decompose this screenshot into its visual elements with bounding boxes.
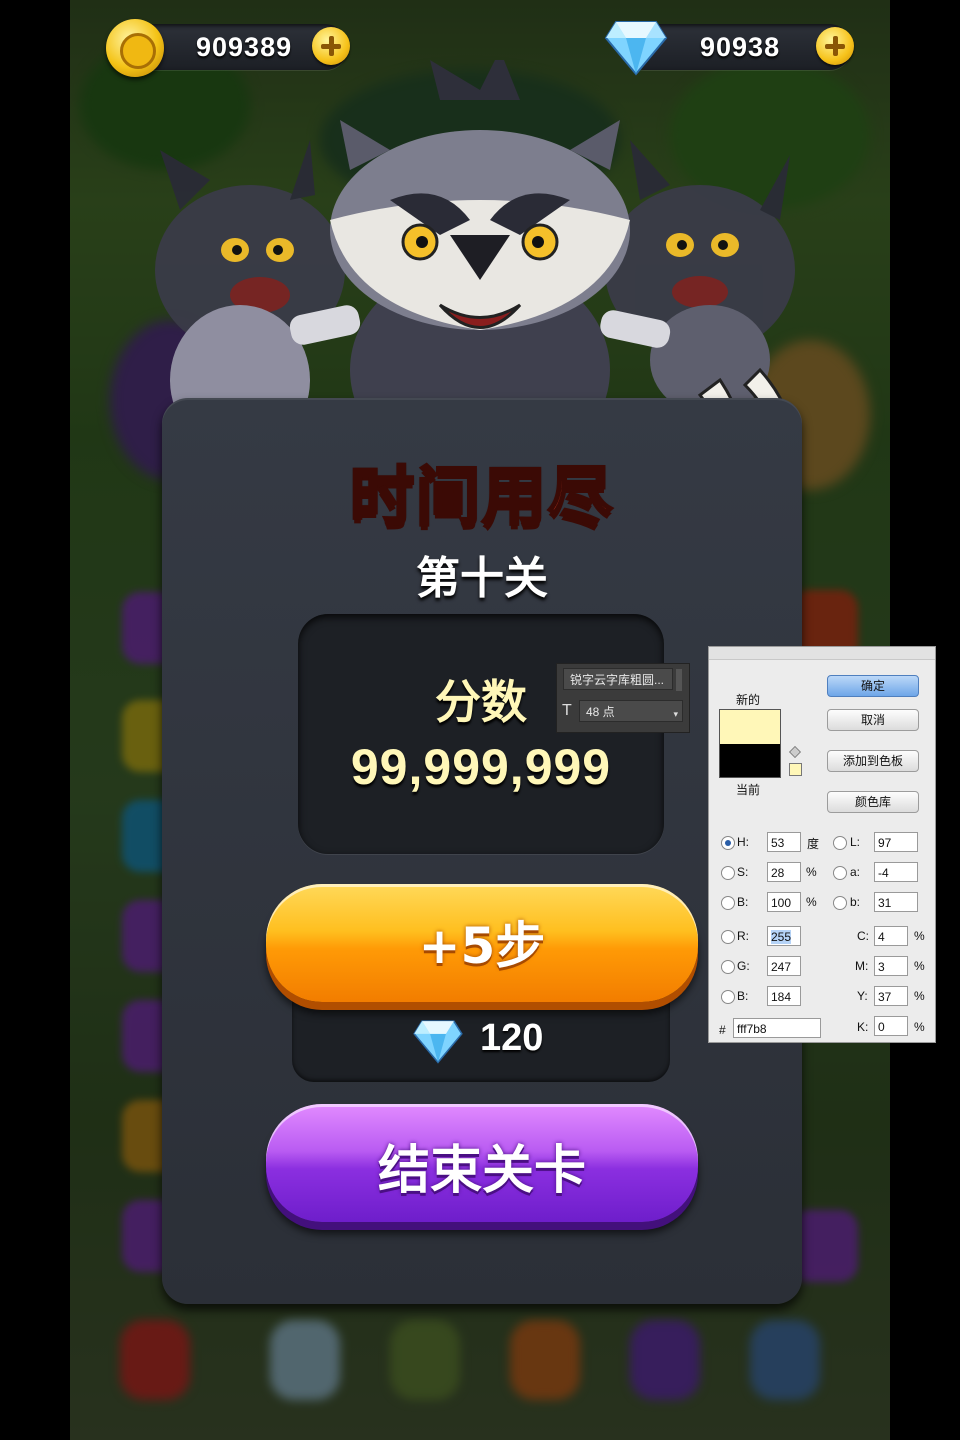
percent-unit: % [914,989,925,1003]
diamond-icon [413,1020,463,1064]
a-radio[interactable] [833,866,847,880]
g-radio[interactable] [721,960,735,974]
r-label: R: [737,929,749,943]
rgb-b-label: B: [737,989,749,1003]
coin-value: 909389 [196,32,293,62]
h-label: H: [737,835,749,849]
r-value: 255 [771,930,792,944]
score-box [298,614,664,854]
y-field[interactable]: 37 [874,986,908,1006]
add-to-swatches-button[interactable]: 添加到色板 [827,750,919,772]
hex-field[interactable]: fff7b8 [733,1018,821,1038]
end-level-label: 结束关卡 [377,1141,586,1201]
lab-b-label: b: [850,895,861,909]
color-libraries-button[interactable]: 颜色库 [827,791,919,813]
dialog-titlebar [709,647,935,660]
s-label: S: [737,865,749,879]
r-radio[interactable] [721,930,735,944]
h-field[interactable]: 53 [767,832,801,852]
percent-unit: % [806,895,817,909]
chevron-down-icon: ▾ [673,709,678,719]
level-name: 第十关 [416,553,548,604]
b-radio[interactable] [721,896,735,910]
cancel-button[interactable]: 取消 [827,709,919,731]
font-family-select[interactable]: 锐字云字库粗圆... [563,668,682,691]
add-steps-cost: 120 [480,1017,544,1059]
cube-icon[interactable] [789,746,801,758]
l-field[interactable]: 97 [874,832,918,852]
l-radio[interactable] [833,836,847,850]
web-color-swatch[interactable] [789,763,802,776]
add-gems-button[interactable] [816,27,854,65]
ok-button[interactable]: 确定 [827,675,919,697]
gem-value: 90938 [700,32,781,62]
k-field[interactable]: 0 [874,1016,908,1036]
s-field[interactable]: 28 [767,862,801,882]
r-field[interactable]: 255 [767,926,801,946]
lab-b-field[interactable]: 31 [874,892,918,912]
percent-unit: % [914,1020,925,1034]
b-field[interactable]: 100 [767,892,801,912]
new-color-swatch [719,709,781,744]
m-label: M: [855,959,869,973]
add-steps-button[interactable]: +5步 [266,884,698,1002]
hex-label: # [719,1023,726,1037]
degree-unit: 度 [807,837,820,851]
l-label: L: [850,835,861,849]
g-field[interactable]: 247 [767,956,801,976]
current-color-swatch[interactable] [719,744,781,778]
color-picker-dialog: 新的 当前 确定 取消 添加到色板 颜色库 H: 53 度 S: 28 % B:… [708,646,936,1043]
c-field[interactable]: 4 [874,926,908,946]
m-field[interactable]: 3 [874,956,908,976]
k-label: K: [857,1020,869,1034]
b-label: B: [737,895,749,909]
percent-unit: % [914,929,925,943]
end-level-button[interactable]: 结束关卡 [266,1104,698,1222]
c-label: C: [857,929,869,943]
y-label: Y: [857,989,868,1003]
dialog-title: 时间用尽 [349,460,614,537]
percent-unit: % [914,959,925,973]
current-color-label: 当前 [736,783,761,797]
font-size-value: 48 点 [586,705,615,719]
percent-unit: % [806,865,817,879]
s-radio[interactable] [721,866,735,880]
g-label: G: [737,959,750,973]
rgb-b-radio[interactable] [721,990,735,1004]
score-value: 99,999,999 [350,739,612,795]
rgb-b-field[interactable]: 184 [767,986,801,1006]
font-size-select[interactable]: 48 点 ▾ [579,700,683,722]
a-field[interactable]: -4 [874,862,918,882]
font-panel: 锐字云字库粗圆... T 48 点 ▾ [556,663,690,733]
a-label: a: [850,865,861,879]
add-steps-label: +5步 [418,917,546,975]
h-radio[interactable] [721,836,735,850]
lab-b-radio[interactable] [833,896,847,910]
new-color-label: 新的 [736,693,761,707]
font-size-icon: T [562,702,572,719]
